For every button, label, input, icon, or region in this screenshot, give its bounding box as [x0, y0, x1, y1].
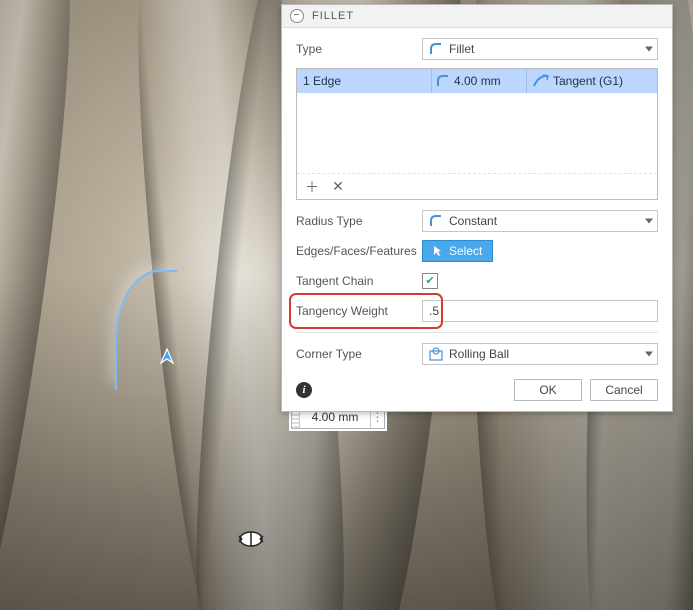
edge-list-empty-area[interactable]: [297, 93, 657, 173]
edge-radius-value[interactable]: 4.00 mm: [454, 74, 501, 88]
row-tangent-chain: Tangent Chain: [296, 266, 658, 296]
ok-button[interactable]: OK: [514, 379, 582, 401]
edge-selection-list: 1 Edge 4.00 mm Tangent (G1) ＋: [296, 68, 658, 200]
row-type: Type Fillet: [296, 34, 658, 64]
tangency-weight-label: Tangency Weight: [296, 304, 416, 318]
section-divider: [296, 332, 658, 333]
constant-radius-icon: [429, 214, 443, 228]
remove-selection-icon[interactable]: ✕: [331, 178, 345, 195]
corner-type-dropdown[interactable]: Rolling Ball: [422, 343, 658, 365]
radius-type-label: Radius Type: [296, 214, 416, 228]
collapse-icon[interactable]: −: [290, 9, 304, 23]
chevron-down-icon: [645, 47, 653, 52]
pointer-icon: [433, 245, 443, 257]
info-icon[interactable]: i: [296, 382, 312, 398]
type-label: Type: [296, 42, 416, 56]
row-corner-type: Corner Type Rolling Ball: [296, 339, 658, 369]
edge-list-row[interactable]: 1 Edge 4.00 mm Tangent (G1): [297, 69, 657, 93]
type-dropdown[interactable]: Fillet: [422, 38, 658, 60]
row-radius-type: Radius Type Constant: [296, 206, 658, 236]
edges-label: Edges/Faces/Features: [296, 244, 416, 258]
cursor-arrow-icon: [158, 348, 176, 366]
tangent-icon: [533, 74, 549, 88]
cancel-button[interactable]: Cancel: [590, 379, 658, 401]
chevron-down-icon: [645, 219, 653, 224]
radius-type-value: Constant: [449, 214, 497, 228]
chevron-down-icon: [645, 352, 653, 357]
panel-title: FILLET: [312, 10, 354, 22]
add-selection-icon[interactable]: ＋: [305, 177, 319, 197]
fillet-panel: − FILLET Type Fillet 1 Edge: [281, 4, 673, 412]
tangent-chain-label: Tangent Chain: [296, 274, 416, 288]
corner-type-label: Corner Type: [296, 347, 416, 361]
corner-type-value: Rolling Ball: [449, 347, 509, 361]
edge-continuity-value[interactable]: Tangent (G1): [553, 74, 623, 88]
panel-header[interactable]: − FILLET: [282, 5, 672, 28]
select-button-label: Select: [449, 244, 482, 258]
fillet-icon: [429, 42, 443, 56]
edge-selection-text: 1 Edge: [303, 74, 341, 88]
rolling-ball-icon: [429, 347, 443, 361]
edge-list-actions: ＋ ✕: [297, 173, 657, 199]
panel-footer: i OK Cancel: [282, 373, 672, 411]
row-tangency-weight: Tangency Weight: [296, 296, 658, 326]
type-value: Fillet: [449, 42, 474, 56]
radius-type-dropdown[interactable]: Constant: [422, 210, 658, 232]
row-edges: Edges/Faces/Features Select: [296, 236, 658, 266]
radius-icon: [436, 74, 450, 88]
tangent-chain-checkbox[interactable]: [422, 273, 438, 289]
select-button[interactable]: Select: [422, 240, 493, 262]
orbit-indicator-icon[interactable]: [238, 530, 264, 548]
tangency-weight-input[interactable]: [422, 300, 658, 322]
